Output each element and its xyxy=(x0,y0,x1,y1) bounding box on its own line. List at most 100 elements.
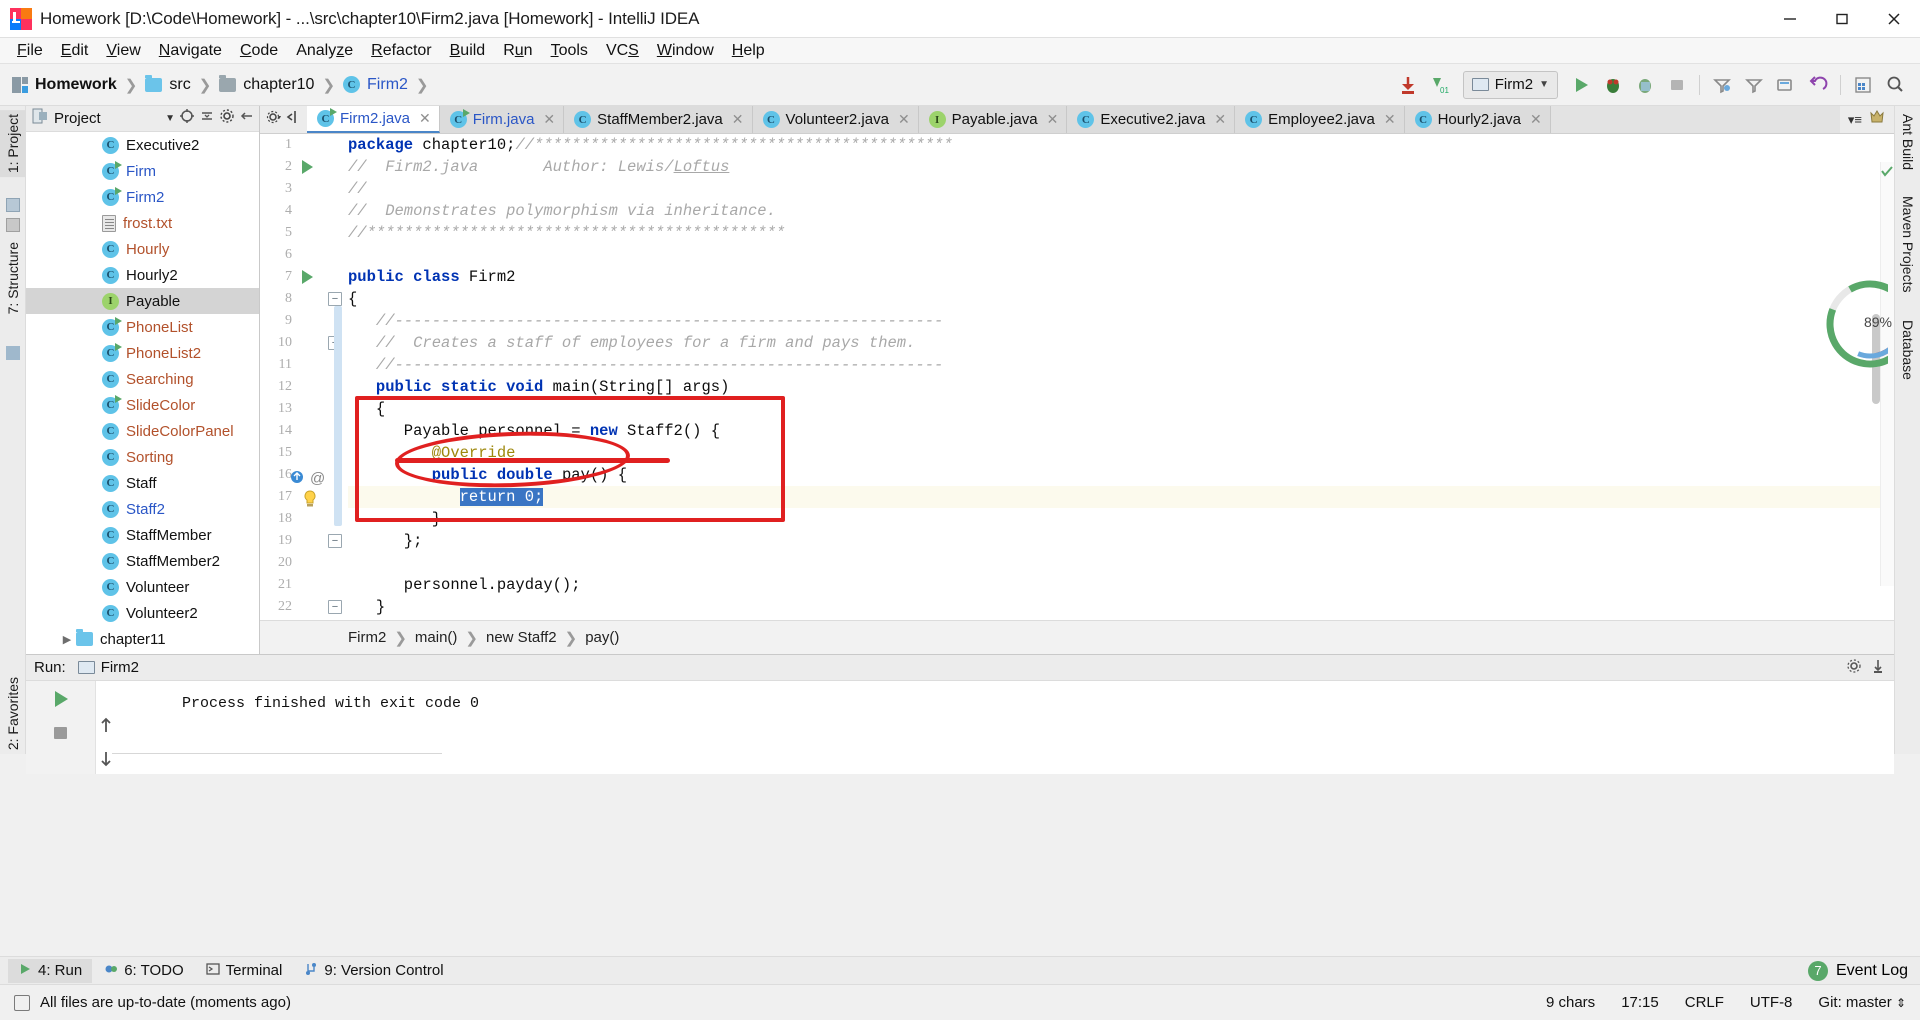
code-line[interactable]: personnel.payday(); xyxy=(348,574,1894,596)
stop-icon[interactable] xyxy=(1662,70,1692,100)
inspections-widget-icon[interactable] xyxy=(1868,109,1886,130)
breadcrumb-class[interactable]: Firm2 xyxy=(348,629,386,646)
status-caret-position[interactable]: 17:15 xyxy=(1621,994,1659,1011)
menu-edit[interactable]: Edit xyxy=(52,40,98,62)
editor-tab[interactable]: C Employee2.java ✕ xyxy=(1235,106,1405,133)
maximize-button[interactable] xyxy=(1816,0,1868,38)
tree-node[interactable]: C Volunteer xyxy=(26,574,259,600)
tree-node[interactable]: C StaffMember xyxy=(26,522,259,548)
breadcrumb-src[interactable]: src xyxy=(145,74,191,94)
implementing-method-icon[interactable] xyxy=(290,470,304,487)
tree-node[interactable]: C SlideColor xyxy=(26,392,259,418)
menu-help[interactable]: Help xyxy=(723,40,774,62)
menu-file[interactable]: File xyxy=(8,40,52,62)
rerun-icon[interactable] xyxy=(49,687,73,716)
intention-bulb-icon[interactable] xyxy=(302,490,316,507)
bottom-tab-run[interactable]: 4: Run xyxy=(8,958,93,983)
tree-node[interactable]: C PhoneList2 xyxy=(26,340,259,366)
code-line[interactable]: // Firm2.java Author: Lewis/Loftus xyxy=(348,156,1894,178)
sidebar-item-database[interactable]: Database xyxy=(1895,316,1920,384)
breadcrumb-anon-class[interactable]: new Staff2 xyxy=(486,629,557,646)
scroll-up-icon[interactable] xyxy=(96,715,116,740)
debug-icon[interactable] xyxy=(1598,70,1628,100)
tree-node[interactable]: frost.txt xyxy=(26,210,259,236)
breadcrumb-firm2[interactable]: C Firm2 xyxy=(343,76,408,94)
code-line[interactable]: public double pay() { xyxy=(348,464,1894,486)
toggle-toolwindows-icon[interactable] xyxy=(14,994,30,1011)
menu-refactor[interactable]: Refactor xyxy=(362,40,440,62)
commit-icon[interactable]: 01 xyxy=(1425,70,1455,100)
close-tab-icon[interactable]: ✕ xyxy=(898,111,910,128)
breadcrumb-method[interactable]: main() xyxy=(415,629,458,646)
code-line[interactable]: //**************************************… xyxy=(348,222,1894,244)
editor-tab[interactable]: C Hourly2.java ✕ xyxy=(1404,106,1551,133)
update-project-icon[interactable] xyxy=(1393,70,1423,100)
bottom-tab-todo[interactable]: 6: TODO xyxy=(94,959,193,983)
minimize-button[interactable] xyxy=(1764,0,1816,38)
code-content[interactable]: package chapter10;//********************… xyxy=(348,134,1894,620)
run-gutter-icon[interactable] xyxy=(302,270,313,284)
tree-node[interactable]: C Firm2 xyxy=(26,184,259,210)
menu-run[interactable]: Run xyxy=(494,40,541,62)
code-line[interactable]: Payable personnel = new Staff2() { xyxy=(348,420,1894,442)
filter-icon[interactable] xyxy=(1739,70,1769,100)
menu-build[interactable]: Build xyxy=(441,40,495,62)
editor-tab[interactable]: C Executive2.java ✕ xyxy=(1067,106,1236,133)
locate-icon[interactable] xyxy=(179,108,195,129)
code-line[interactable]: @Override xyxy=(348,442,1894,464)
code-line[interactable]: package chapter10;//********************… xyxy=(348,134,1894,156)
select-opened-file-icon[interactable] xyxy=(285,109,301,130)
collapse-all-icon[interactable] xyxy=(199,108,215,129)
menu-analyze[interactable]: Analyze xyxy=(287,40,362,62)
code-fold-marker[interactable]: − xyxy=(328,534,342,548)
stop-icon[interactable] xyxy=(50,722,72,749)
menu-code[interactable]: Code xyxy=(231,40,287,62)
undo-icon[interactable] xyxy=(1803,70,1833,100)
code-line[interactable]: return 0; xyxy=(348,486,1894,508)
code-line[interactable]: }; xyxy=(348,530,1894,552)
tree-node[interactable]: C PhoneList xyxy=(26,314,259,340)
code-editor[interactable]: 123456789101112131415161718192021222324 … xyxy=(260,134,1894,620)
hide-icon[interactable] xyxy=(1870,658,1886,678)
tree-node[interactable]: C Staff xyxy=(26,470,259,496)
menu-view[interactable]: View xyxy=(97,40,149,62)
tree-node[interactable]: C Staff2 xyxy=(26,496,259,522)
menu-navigate[interactable]: Navigate xyxy=(150,40,231,62)
code-line[interactable] xyxy=(348,244,1894,266)
tree-node[interactable]: I Payable xyxy=(26,288,259,314)
close-button[interactable] xyxy=(1868,0,1920,38)
editor-tab[interactable]: I Payable.java ✕ xyxy=(918,106,1068,133)
tree-node[interactable]: C StaffMember2 xyxy=(26,548,259,574)
close-tab-icon[interactable]: ✕ xyxy=(419,110,431,127)
error-stripe-marker-column[interactable] xyxy=(1880,162,1894,586)
code-line[interactable]: public static void main(String[] args) xyxy=(348,376,1894,398)
breadcrumb-homework[interactable]: Homework xyxy=(12,76,117,94)
bottom-tab-version-control[interactable]: 9: Version Control xyxy=(294,959,453,983)
tree-node[interactable]: C Hourly xyxy=(26,236,259,262)
code-fold-marker[interactable]: − xyxy=(328,600,342,614)
editor-tabs[interactable]: C Firm2.java ✕ C Firm.java ✕ C StaffMember2.jav… xyxy=(307,106,1551,133)
hide-icon[interactable] xyxy=(239,108,255,129)
tab-list-icon[interactable]: ▾≡ xyxy=(1848,112,1862,128)
editor-tab[interactable]: C Volunteer2.java ✕ xyxy=(752,106,919,133)
open-in-browser-icon[interactable] xyxy=(1771,70,1801,100)
code-line[interactable] xyxy=(348,552,1894,574)
code-fold-marker[interactable]: − xyxy=(328,292,342,306)
code-line[interactable]: { xyxy=(348,288,1894,310)
tree-node[interactable]: C Firm xyxy=(26,158,259,184)
sidebar-item-structure[interactable]: 7: Structure xyxy=(0,238,26,318)
project-tree[interactable]: C Executive2 C Firm C Firm2 frost.txt C Hourly C H… xyxy=(26,132,259,654)
close-tab-icon[interactable]: ✕ xyxy=(1214,111,1226,128)
run-panel-config[interactable]: Firm2 xyxy=(77,659,139,676)
menu-window[interactable]: Window xyxy=(648,40,723,62)
tree-node[interactable]: C Sorting xyxy=(26,444,259,470)
run-configuration-selector[interactable]: Firm2 ▼ xyxy=(1462,70,1558,99)
tree-node[interactable]: C Executive2 xyxy=(26,132,259,158)
tab-settings-icon[interactable] xyxy=(266,109,282,130)
close-tab-icon[interactable]: ✕ xyxy=(732,111,744,128)
menu-tools[interactable]: Tools xyxy=(542,40,597,62)
code-line[interactable]: { xyxy=(348,398,1894,420)
breadcrumb-chapter10[interactable]: chapter10 xyxy=(219,74,314,94)
tree-node[interactable]: C Volunteer2 xyxy=(26,600,259,626)
gear-icon[interactable] xyxy=(1846,658,1862,678)
